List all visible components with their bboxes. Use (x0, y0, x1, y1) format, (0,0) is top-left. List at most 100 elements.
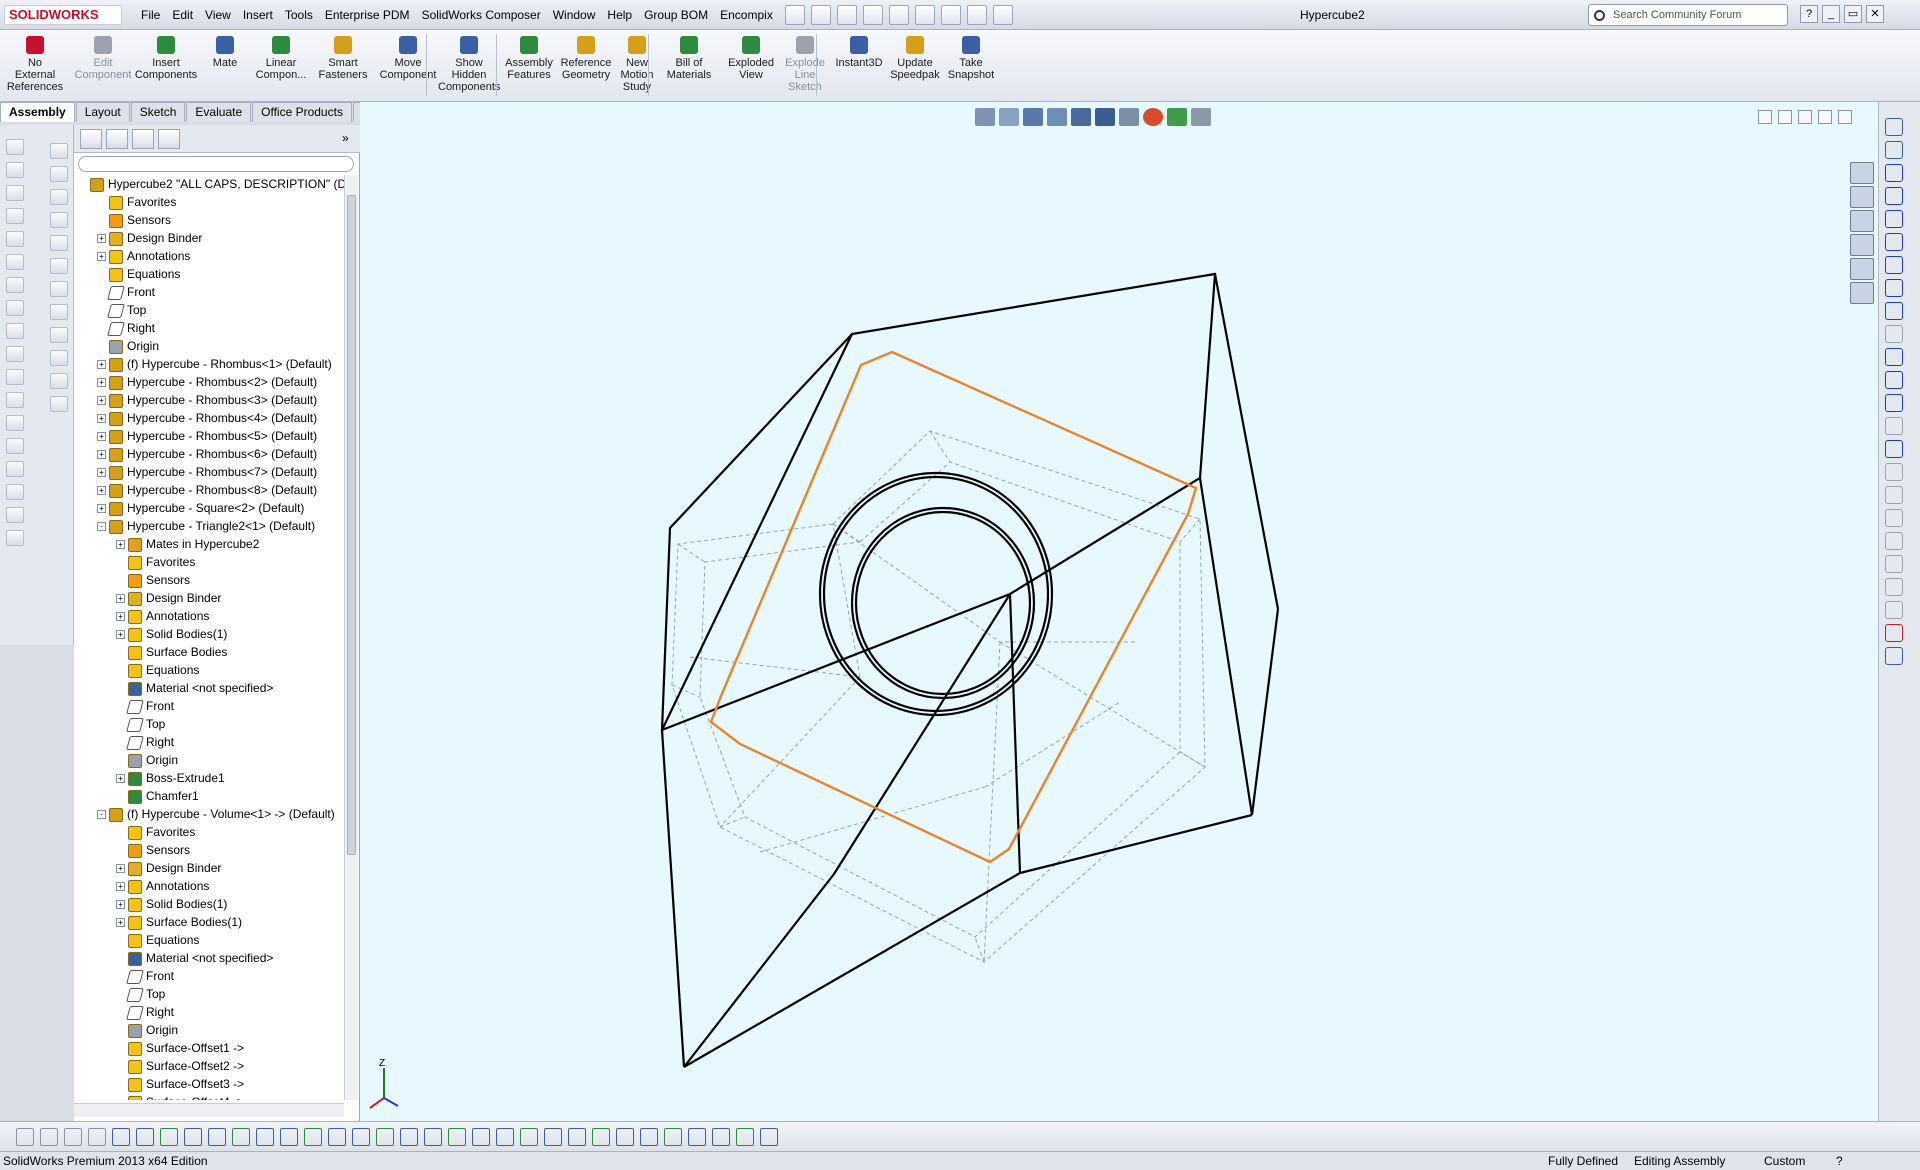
ribbon-snapshot-button[interactable]: Take Snapshot (944, 36, 998, 81)
expand-icon[interactable]: + (116, 612, 125, 622)
tree-node[interactable]: Favorites (116, 823, 195, 841)
selection-filter-icon[interactable] (160, 1128, 178, 1146)
tree-node[interactable]: Right (97, 319, 155, 337)
tree-node[interactable]: Material <not specified> (116, 949, 273, 967)
hide-show-items-icon[interactable] (1119, 108, 1139, 126)
selection-filter-icon[interactable] (424, 1128, 442, 1146)
selection-filter-icon[interactable] (712, 1128, 730, 1146)
selection-filter-icon[interactable] (64, 1128, 82, 1146)
left-tool-icon[interactable] (6, 438, 24, 454)
selection-filter-icon[interactable] (208, 1128, 226, 1146)
tree-node[interactable]: Chamfer1 (116, 787, 199, 805)
expand-icon[interactable]: + (116, 882, 125, 892)
tree-vertical-scrollbar[interactable] (344, 175, 358, 1100)
tree-node[interactable]: Equations (116, 931, 199, 949)
tab-assembly[interactable]: Assembly (0, 102, 75, 122)
help-icon[interactable]: ? (1836, 1152, 1843, 1170)
expand-icon[interactable]: + (116, 918, 125, 928)
tree-node[interactable]: Right (116, 733, 174, 751)
ribbon-assembly-features-button[interactable]: Assembly Features (502, 36, 556, 81)
section-view-icon[interactable] (1047, 108, 1067, 126)
sketch-tool-icon[interactable] (1885, 325, 1903, 343)
viewport-close-icon[interactable] (1838, 110, 1852, 124)
sketch-tool-icon[interactable] (1885, 141, 1903, 159)
tree-node[interactable]: + (f) Hypercube - Rhombus<1> (Default) (97, 355, 332, 373)
expand-icon[interactable]: + (97, 504, 106, 514)
selection-filter-icon[interactable] (592, 1128, 610, 1146)
model-view[interactable]: Z (360, 102, 1878, 1121)
sketch-tool-icon[interactable] (1885, 555, 1903, 573)
edit-appearance-icon[interactable] (1143, 108, 1163, 126)
tree-node[interactable]: + Annotations (97, 247, 190, 265)
expand-icon[interactable]: + (97, 396, 106, 406)
left-tool-icon[interactable] (50, 235, 68, 251)
minimize-button[interactable]: _ (1822, 5, 1840, 23)
sketch-tool-icon[interactable] (1885, 463, 1903, 481)
expand-icon[interactable]: + (97, 450, 106, 460)
menu-insert[interactable]: Insert (238, 6, 278, 24)
left-tool-icon[interactable] (50, 396, 68, 412)
selection-filter-icon[interactable] (520, 1128, 538, 1146)
left-tool-icon[interactable] (50, 304, 68, 320)
expand-icon[interactable]: + (97, 360, 106, 370)
tab-evaluate[interactable]: Evaluate (186, 102, 252, 122)
left-tool-icon[interactable] (6, 162, 24, 178)
property-manager-tab[interactable] (106, 129, 128, 149)
viewport-minimize-icon[interactable] (1798, 110, 1812, 124)
menu-window[interactable]: Window (548, 6, 601, 24)
zoom-to-area-icon[interactable] (999, 108, 1019, 126)
sketch-tool-icon[interactable] (1885, 187, 1903, 205)
expand-icon[interactable]: + (97, 486, 106, 496)
undo-icon[interactable] (889, 5, 909, 25)
selection-filter-icon[interactable] (568, 1128, 586, 1146)
custom-properties-icon[interactable] (1850, 282, 1874, 304)
tree-node[interactable]: + Surface Bodies(1) (116, 913, 242, 931)
tree-node[interactable]: + Boss-Extrude1 (116, 769, 225, 787)
selection-filter-icon[interactable] (496, 1128, 514, 1146)
select-icon[interactable] (915, 5, 935, 25)
left-tool-icon[interactable] (6, 300, 24, 316)
left-tool-icon[interactable] (6, 392, 24, 408)
expand-icon[interactable]: + (97, 414, 106, 424)
left-tool-icon[interactable] (6, 323, 24, 339)
tree-node[interactable]: Front (116, 697, 174, 715)
view-orientation-icon[interactable] (1071, 108, 1091, 126)
view-palette-icon[interactable] (1850, 234, 1874, 256)
left-tool-icon[interactable] (50, 373, 68, 389)
design-library-icon[interactable] (1850, 186, 1874, 208)
left-tool-icon[interactable] (50, 166, 68, 182)
display-manager-tab[interactable] (158, 129, 180, 149)
sketch-tool-icon[interactable] (1885, 647, 1903, 665)
tree-node[interactable]: Surface-Offset4 -> (116, 1093, 244, 1100)
tree-node[interactable]: Top (97, 301, 146, 319)
tree-node[interactable]: + Hypercube - Rhombus<2> (Default) (97, 373, 317, 391)
tree-horizontal-scrollbar[interactable] (74, 1103, 344, 1117)
ribbon-linear-pattern-button[interactable]: Linear Compon... (252, 36, 310, 81)
tree-node[interactable]: Equations (97, 265, 180, 283)
tree-node[interactable]: Surface Bodies (116, 643, 227, 661)
expand-icon[interactable]: + (116, 900, 125, 910)
tree-node[interactable]: Top (116, 985, 165, 1003)
ribbon-smart-fasteners-button[interactable]: Smart Fasteners (314, 36, 372, 81)
left-tool-icon[interactable] (6, 415, 24, 431)
selection-filter-icon[interactable] (544, 1128, 562, 1146)
sketch-tool-icon[interactable] (1885, 440, 1903, 458)
sketch-tool-icon[interactable] (1885, 578, 1903, 596)
left-tool-icon[interactable] (6, 346, 24, 362)
expand-icon[interactable]: + (97, 234, 106, 244)
tree-node[interactable]: Sensors (97, 211, 171, 229)
tab-sketch[interactable]: Sketch (130, 102, 186, 122)
expand-icon[interactable]: + (97, 468, 106, 478)
view-settings-icon[interactable] (1191, 108, 1211, 126)
tree-node[interactable]: + Hypercube - Square<2> (Default) (97, 499, 304, 517)
menu-encompix[interactable]: Encompix (715, 6, 778, 24)
tree-node[interactable]: + Design Binder (97, 229, 202, 247)
tree-node[interactable]: Material <not specified> (116, 679, 273, 697)
left-tool-icon[interactable] (6, 461, 24, 477)
tree-node[interactable]: Top (116, 715, 165, 733)
ribbon-exploded-view-button[interactable]: Exploded View (722, 36, 780, 81)
left-tool-icon[interactable] (6, 369, 24, 385)
rebuild-icon[interactable] (941, 5, 961, 25)
options-icon[interactable] (993, 5, 1013, 25)
tree-node[interactable]: + Solid Bodies(1) (116, 625, 227, 643)
